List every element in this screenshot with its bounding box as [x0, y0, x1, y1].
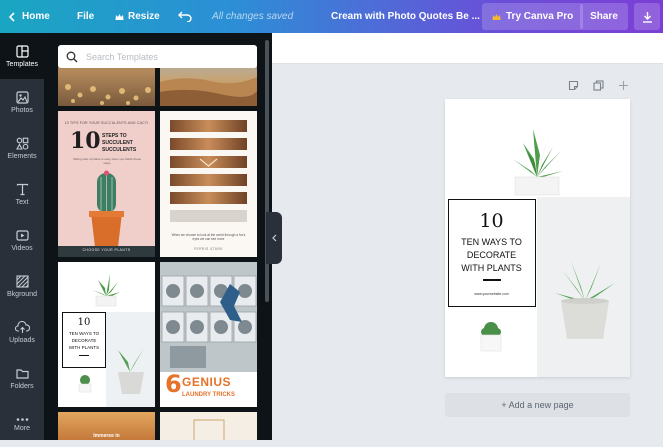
sidebar-item-templates[interactable]: Templates — [0, 33, 44, 79]
editor-toolbar — [272, 33, 663, 64]
try-pro-label: Try Canva Pro — [506, 11, 574, 22]
top-toolbar: Home File Resize All changes saved Cream… — [0, 0, 663, 33]
add-page-label: + Add a new page — [501, 400, 574, 410]
template-author: FERRIS STARK — [194, 247, 223, 251]
save-status: All changes saved — [212, 11, 294, 22]
template-thumbnail[interactable]: Immerse in — [58, 412, 155, 440]
photos-icon — [15, 90, 29, 104]
sidebar-item-label: Photos — [11, 106, 33, 114]
search-input[interactable] — [86, 51, 246, 62]
templates-icon — [15, 44, 29, 58]
template-word: GENIUS — [182, 375, 232, 389]
collapse-panel-button[interactable] — [266, 212, 282, 264]
template-title-3: SUCCULENTS — [102, 147, 137, 153]
template-title-1: STEPS TO — [102, 133, 127, 139]
chevron-left-icon — [271, 234, 276, 242]
folders-icon — [15, 368, 29, 379]
share-label: Share — [590, 11, 618, 22]
file-menu-button[interactable]: File — [77, 0, 94, 33]
share-button[interactable]: Share — [580, 3, 628, 30]
template-sub: LAUNDRY TRICKS — [182, 392, 236, 398]
document-title[interactable]: Cream with Photo Quotes Be ... — [331, 0, 480, 33]
videos-icon — [15, 229, 29, 241]
design-line-2: DECORATE — [466, 250, 517, 260]
template-thumbnail[interactable] — [160, 412, 257, 440]
home-label: Home — [22, 11, 50, 22]
template-number: 10 — [70, 128, 101, 154]
sidebar-item-text[interactable]: Text — [0, 171, 44, 217]
more-icon — [16, 417, 28, 421]
template-line-3: WITH PLANTS — [68, 345, 100, 350]
undo-icon — [178, 11, 192, 22]
divider — [79, 355, 89, 356]
sidebar-item-folders[interactable]: Folders — [0, 355, 44, 401]
design-number: 10 — [479, 210, 504, 232]
template-line-2: DECORATE — [71, 338, 97, 343]
template-number: 6 — [165, 370, 182, 398]
download-button[interactable] — [634, 3, 660, 30]
sidebar-item-elements[interactable]: Elements — [0, 125, 44, 171]
laundromat-photo — [160, 262, 257, 372]
note-icon[interactable] — [568, 80, 579, 91]
design-page[interactable]: 10 TEN WAYS TO DECORATE WITH PLANTS www.… — [445, 99, 630, 377]
template-plants[interactable]: 10 TEN WAYS TO DECORATE WITH PLANTS — [58, 262, 155, 407]
template-succulents[interactable]: 10 TIPS FOR YOUR SUCCULENTS AND CACTI 10… — [58, 111, 155, 257]
resize-label: Resize — [128, 11, 160, 22]
chevron-left-icon — [8, 11, 15, 22]
sidebar-item-photos[interactable]: Photos — [0, 79, 44, 125]
resize-button[interactable]: Resize — [115, 0, 160, 33]
elements-icon — [15, 137, 28, 150]
sidebar-item-label: Folders — [10, 382, 34, 390]
design-text-box[interactable]: 10 TEN WAYS TO DECORATE WITH PLANTS www.… — [448, 199, 536, 307]
duplicate-icon[interactable] — [593, 80, 604, 91]
download-icon — [642, 11, 652, 23]
template-sub: Taking care of plants is easy when you f… — [72, 157, 142, 165]
template-text-box: 10 TEN WAYS TO DECORATE WITH PLANTS — [62, 312, 106, 368]
left-sidebar: Templates Photos Elements Text Videos Bk… — [0, 33, 44, 440]
home-button[interactable]: Home — [8, 0, 50, 33]
sidebar-item-label: Uploads — [9, 336, 35, 344]
design-line-1: TEN WAYS TO — [461, 237, 522, 247]
crown-icon — [492, 13, 501, 20]
template-top-text: 10 TIPS FOR YOUR SUCCULENTS AND CACTI — [64, 121, 149, 125]
template-footer: CHOOSE YOUR PLANTS — [82, 248, 131, 252]
page-tools — [568, 80, 629, 91]
divider — [483, 279, 501, 281]
crown-icon — [115, 13, 124, 20]
template-search-bar[interactable] — [58, 45, 257, 68]
uploads-icon — [14, 320, 30, 333]
template-quote: When we choose to look at the world thro… — [171, 233, 246, 241]
template-fox[interactable]: When we choose to look at the world thro… — [160, 111, 257, 257]
templates-panel: 10 TIPS FOR YOUR SUCCULENTS AND CACTI 10… — [44, 33, 272, 440]
plant-photo-top — [445, 99, 630, 197]
try-canva-pro-button[interactable]: Try Canva Pro — [482, 3, 584, 30]
template-text: Immerse in — [93, 433, 120, 439]
file-label: File — [77, 11, 95, 22]
template-number: 10 — [77, 317, 91, 328]
search-icon — [66, 51, 78, 62]
sidebar-item-uploads[interactable]: Uploads — [0, 309, 44, 355]
template-graphic — [193, 419, 225, 440]
sidebar-item-label: Bkground — [7, 290, 37, 298]
sidebar-item-label: Elements — [7, 152, 37, 160]
add-new-page-button[interactable]: + Add a new page — [445, 393, 630, 417]
sidebar-item-label: Templates — [6, 60, 38, 68]
undo-button[interactable] — [178, 0, 192, 33]
text-icon — [16, 183, 28, 195]
sidebar-item-background[interactable]: Bkground — [0, 263, 44, 309]
cactus-illustration — [89, 170, 124, 247]
template-line-1: TEN WAYS TO — [68, 331, 100, 336]
add-icon[interactable] — [618, 80, 629, 91]
design-url: www.yourwebsite.com — [474, 292, 509, 296]
sidebar-item-label: Text — [15, 198, 29, 206]
background-icon — [15, 274, 29, 288]
template-laundry[interactable]: 6 GENIUS LAUNDRY TRICKS — [160, 262, 257, 407]
template-title-2: SUCCULENT — [102, 140, 133, 146]
sidebar-item-videos[interactable]: Videos — [0, 217, 44, 263]
sidebar-item-label: More — [14, 424, 30, 432]
sidebar-item-label: Videos — [11, 244, 33, 252]
sidebar-item-more[interactable]: More — [0, 401, 44, 447]
design-line-3: WITH PLANTS — [461, 263, 522, 273]
